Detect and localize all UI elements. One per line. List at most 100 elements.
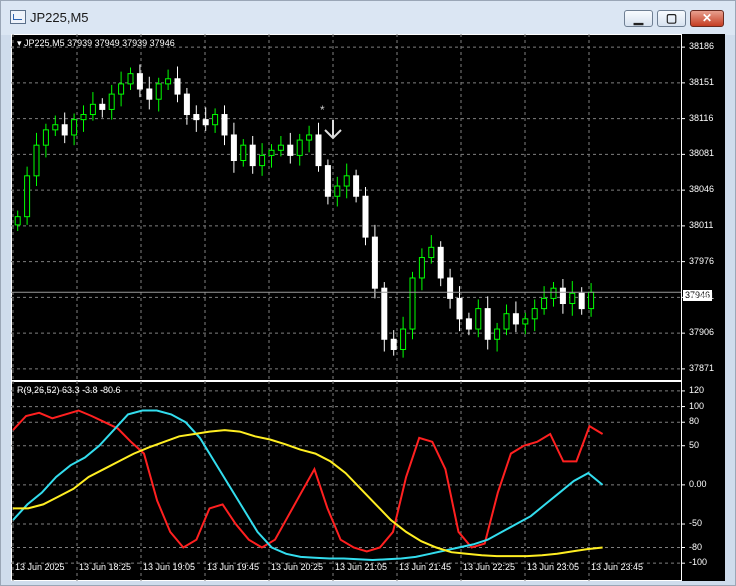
price-tick-label: 38151: [689, 76, 715, 87]
time-axis-label: 13 Jun 18:25: [79, 562, 132, 572]
candle-body: [456, 297, 463, 320]
indicator-line-slow: [13, 429, 603, 558]
chart-window: JP225,M5 ▁ ▢ ✕ * ▾ JP225,M5 37939 37949 …: [0, 0, 736, 586]
candle-body: [588, 291, 595, 310]
indicator-tick-label: 100: [689, 400, 705, 411]
price-panel[interactable]: *: [11, 34, 725, 381]
candle-body: [437, 246, 444, 279]
indicator-tick-label: -80: [689, 541, 703, 552]
candle-body: [409, 277, 416, 330]
price-tick-label: 38011: [689, 219, 714, 230]
candle-body: [249, 144, 256, 167]
candle-body: [390, 338, 397, 350]
candle-body: [71, 119, 78, 136]
indicator-tick-label: 120: [689, 384, 705, 395]
close-button[interactable]: ✕: [690, 10, 724, 27]
indicator-line-fast: [12, 409, 604, 553]
chart-window-icon: [10, 10, 26, 24]
candle-body: [381, 287, 388, 340]
candle-body: [541, 297, 548, 310]
candle-body: [146, 88, 153, 100]
candle-body: [362, 195, 369, 238]
sell-arrow-icon: [324, 120, 342, 140]
candle-body: [193, 114, 200, 121]
candle-body: [212, 114, 219, 126]
candle-body: [371, 236, 378, 289]
candle-body: [221, 114, 228, 136]
time-axis-label: 13 Jun 21:45: [399, 562, 452, 572]
candle-body: [127, 73, 134, 85]
candle-body: [287, 144, 294, 156]
minimize-button[interactable]: ▁: [624, 10, 653, 27]
price-tick-label: 37906: [689, 327, 715, 338]
time-axis-label: 13 Jun 22:25: [463, 562, 516, 572]
candle-body: [315, 134, 322, 167]
time-axis-label: 13 Jun 21:05: [335, 562, 388, 572]
time-axis-label: 13 Jun 23:45: [591, 562, 644, 572]
time-axis-label: 13 Jun 19:05: [143, 562, 196, 572]
candle-body: [108, 93, 115, 110]
minimize-icon: ▁: [633, 11, 644, 25]
price-legend: ▾ JP225,M5 37939 37949 37939 37946: [17, 38, 175, 49]
candle-body: [89, 103, 96, 116]
candle-body: [165, 78, 172, 85]
candle-body: [118, 83, 125, 95]
candle-body: [80, 114, 87, 121]
legend-symbol: JP225,M5: [24, 38, 65, 48]
candle-body: [522, 318, 529, 325]
candle-body: [494, 328, 501, 340]
candle-body: [465, 318, 472, 330]
candle-body: [155, 83, 162, 100]
candle-body: [174, 78, 181, 95]
candle-body: [324, 165, 331, 197]
candle-body: [136, 73, 143, 90]
candle-body: [550, 287, 557, 299]
title-bar[interactable]: JP225,M5 ▁ ▢ ✕: [1, 1, 735, 35]
legend-ohlc: 37939 37949 37939 37946: [67, 38, 175, 48]
candle-body: [24, 175, 31, 218]
candle-body: [531, 308, 538, 320]
candle-body: [14, 216, 21, 226]
candle-body: [33, 144, 40, 177]
price-tick-label: 38186: [689, 41, 715, 52]
candle-body: [259, 154, 266, 167]
candle-body: [183, 93, 190, 116]
candle-body: [484, 308, 491, 340]
maximize-icon: ▢: [665, 11, 678, 25]
time-axis-label: 13 Jun 19:45: [207, 562, 260, 572]
indicator-tick-label: 80: [689, 416, 700, 427]
candle-body: [277, 144, 284, 151]
maximize-button[interactable]: ▢: [657, 10, 686, 27]
candle-body: [202, 119, 209, 126]
window-title: JP225,M5: [30, 10, 89, 25]
candle-body: [240, 144, 247, 161]
candle-body: [334, 185, 341, 197]
indicator-tick-label: -100: [689, 557, 708, 568]
indicator-legend: R(9,26,52) 63.3 -3.8 -80.6: [17, 385, 121, 395]
candle-body: [42, 129, 49, 146]
candle-body: [61, 124, 68, 136]
candle-body: [569, 292, 576, 305]
candle-body: [447, 277, 454, 299]
candle-body: [306, 134, 313, 141]
legend-dropdown-icon[interactable]: ▾: [17, 38, 22, 48]
price-tick-label: 38046: [689, 184, 715, 195]
candle-body: [428, 246, 435, 259]
indicator-panel[interactable]: [11, 381, 725, 581]
candle-body: [230, 134, 237, 161]
indicator-tick-label: -50: [689, 518, 703, 529]
candle-body: [353, 175, 360, 197]
candle-body: [268, 149, 275, 156]
close-icon: ✕: [701, 11, 713, 25]
price-tick-label: 37941: [689, 291, 715, 302]
time-axis-label: 13 Jun 20:25: [271, 562, 324, 572]
price-tick-label: 38081: [689, 148, 715, 159]
signal-star-icon: *: [320, 103, 325, 117]
chart-area[interactable]: * ▾ JP225,M5 37939 37949 37939 37946 R(9…: [11, 34, 725, 581]
price-tick-label: 37976: [689, 255, 715, 266]
candle-body: [99, 103, 106, 110]
candle-body: [578, 292, 585, 310]
candle-body: [52, 124, 59, 131]
time-axis-label: 13 Jun 2025: [15, 562, 65, 572]
price-tick-label: 37871: [689, 362, 715, 373]
